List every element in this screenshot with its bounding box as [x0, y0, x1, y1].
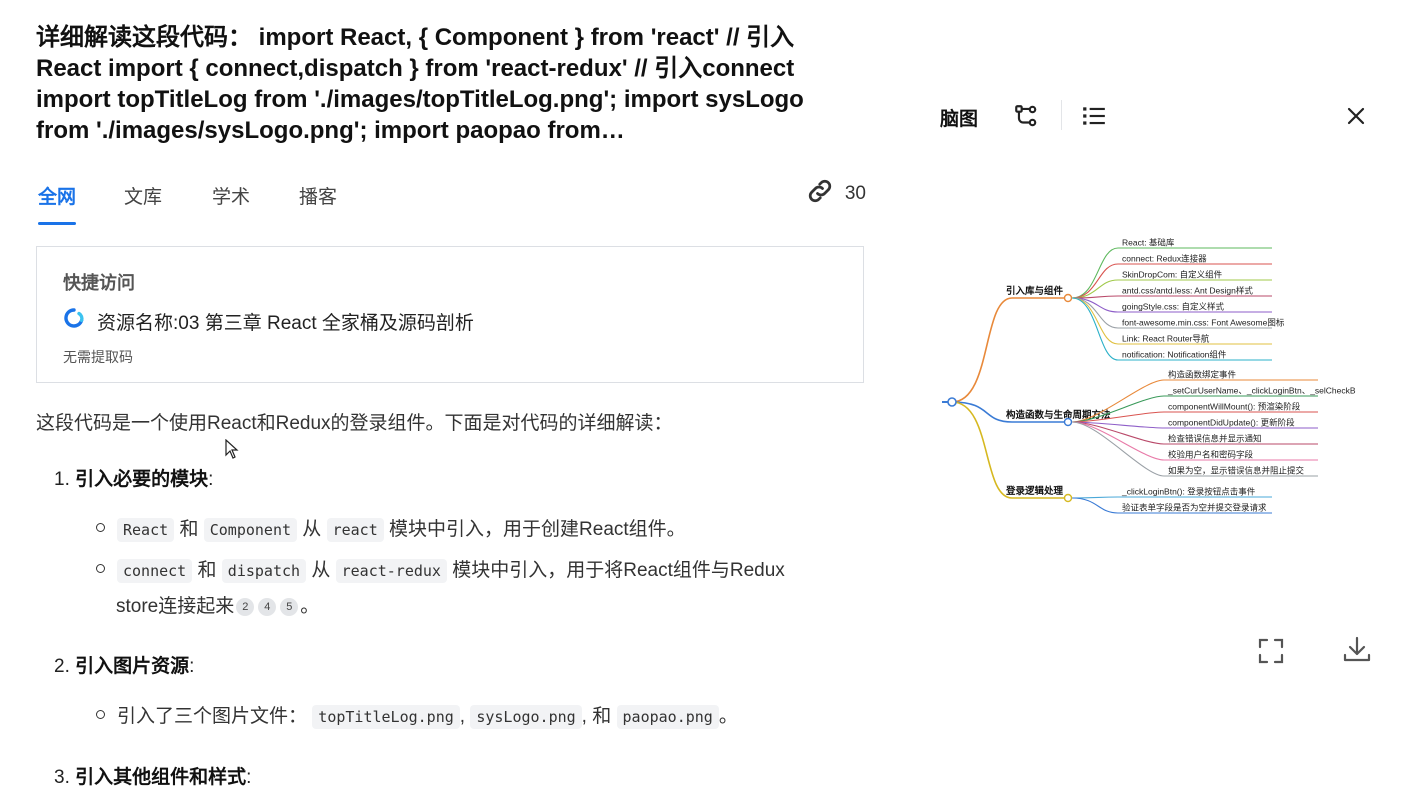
- text-span: 模块中引入，用于创建React组件。: [389, 519, 686, 540]
- text-span: , 和: [581, 706, 612, 727]
- mindmap-icon[interactable]: [1013, 103, 1039, 134]
- bullet-dot: [96, 564, 105, 574]
- mindmap-branch-label[interactable]: 登录逻辑处理: [1005, 485, 1064, 497]
- mindmap-leaf-label[interactable]: React: 基础库: [1122, 238, 1175, 248]
- mindmap-leaf-label[interactable]: 校验用户名和密码字段: [1168, 450, 1254, 460]
- download-icon[interactable]: [1342, 635, 1372, 670]
- tab-academic[interactable]: 学术: [212, 182, 250, 209]
- mindmap-leaf-label[interactable]: Link: React Router导航: [1122, 334, 1210, 344]
- code-span: topTitleLog.png: [312, 705, 460, 729]
- tab-all-web[interactable]: 全网: [38, 182, 76, 209]
- text-span: ,: [459, 706, 466, 727]
- mindmap-leaf-label[interactable]: goingStyle.css: 自定义样式: [1122, 302, 1225, 312]
- mindmap-leaf-label[interactable]: componentWillMount(): 预渲染阶段: [1168, 402, 1301, 412]
- mindmap-leaf-label[interactable]: 检查错误信息并显示通知: [1168, 434, 1262, 444]
- fullscreen-icon[interactable]: [1257, 637, 1285, 670]
- list-icon[interactable]: [1081, 104, 1107, 133]
- answer-pane: 详细解读这段代码： import React, { Component } fr…: [0, 0, 900, 789]
- text-span: 和: [197, 560, 217, 581]
- text-span: 引入了三个图片文件：: [117, 706, 308, 727]
- resource-name: 资源名称:03 第三章 React 全家桶及源码剖析: [97, 312, 474, 334]
- mindmap-leaf-label[interactable]: antd.css/antd.less: Ant Design样式: [1122, 286, 1253, 296]
- mindmap-leaf-label[interactable]: 验证表单字段是否为空并提交登录请求: [1122, 503, 1267, 513]
- section-number: 2.: [54, 656, 70, 677]
- mindmap-branch-label[interactable]: 引入库与组件: [1006, 285, 1064, 297]
- mindmap-panel: 脑图 引入库与组件 React: 基础库 connect: Redux连接器 Skin…: [900, 0, 1420, 789]
- code-span: react-redux: [335, 559, 447, 583]
- reference-links-button[interactable]: 30: [805, 176, 866, 212]
- citation-badge[interactable]: 4: [258, 597, 277, 616]
- close-icon[interactable]: [1345, 105, 1367, 132]
- section-title: 引入其他组件和样式: [75, 767, 247, 788]
- section-title: 引入必要的模块: [75, 469, 209, 490]
- section-number: 1.: [54, 469, 70, 490]
- section-heading: 2. 引入图片资源:: [54, 656, 195, 677]
- section-heading: 1. 引入必要的模块:: [54, 469, 214, 490]
- mindmap-branch-edge: [951, 297, 1068, 403]
- section-number: 3.: [54, 767, 70, 788]
- list-item: connect 和 dispatch 从 react-redux 模块中引入，用…: [96, 553, 785, 589]
- mindmap-leaf-label[interactable]: connect: Redux连接器: [1122, 254, 1207, 264]
- citation-badge[interactable]: 2: [236, 597, 255, 616]
- question-title: 详细解读这段代码： import React, { Component } fr…: [36, 24, 804, 144]
- mindmap-branch-node[interactable]: [1063, 417, 1073, 427]
- extract-code-note: 无需提取码: [63, 349, 133, 365]
- text-span: 。: [718, 706, 738, 727]
- mindmap-leaf-label[interactable]: 构造函数绑定事件: [1168, 370, 1237, 380]
- section-title: 引入图片资源: [75, 656, 190, 677]
- quick-access-card: 快捷访问 资源名称:03 第三章 React 全家桶及源码剖析 无需提取码: [36, 246, 864, 383]
- mindmap-root-node[interactable]: [947, 397, 957, 407]
- code-span: dispatch: [221, 559, 307, 583]
- mindmap-diagram[interactable]: 引入库与组件 React: 基础库 connect: Redux连接器 SkinDro…: [900, 230, 1420, 530]
- mindmap-leaf-label[interactable]: notification: Notification组件: [1122, 350, 1227, 360]
- mindmap-leaf-label[interactable]: componentDidUpdate(): 更新阶段: [1168, 418, 1295, 428]
- mindmap-leaf-edge: [1071, 295, 1272, 299]
- bullet-dot: [96, 523, 105, 533]
- list-item: 引入了三个图片文件： topTitleLog.png, sysLogo.png,…: [96, 699, 738, 735]
- text-span: 和: [179, 519, 199, 540]
- bullet-dot: [96, 710, 105, 720]
- cloud-drive-icon: [63, 307, 85, 335]
- citation-badge[interactable]: 5: [280, 597, 299, 616]
- text-span: 。: [300, 596, 320, 617]
- tab-library[interactable]: 文库: [124, 182, 162, 209]
- source-tabs: 全网 文库 学术 播客 30: [36, 176, 866, 228]
- list-item-continuation: store连接起来 2 4 5。: [116, 589, 319, 625]
- mindmap-leaf-label[interactable]: _clickLoginBtn(): 登录按钮点击事件: [1121, 487, 1256, 497]
- code-span: React: [117, 518, 175, 542]
- mindmap-branch-node[interactable]: [1063, 493, 1073, 503]
- mindmap-leaf-label[interactable]: _setCurUserName、_clickLoginBtn、_selCheck…: [1167, 386, 1356, 396]
- code-span: connect: [117, 559, 193, 583]
- mouse-cursor: [225, 438, 239, 464]
- quick-access-resource[interactable]: 资源名称:03 第三章 React 全家桶及源码剖析: [63, 307, 474, 335]
- mindmap-leaf-label[interactable]: SkinDropCom: 自定义组件: [1122, 270, 1223, 280]
- code-span: paopao.png: [616, 705, 719, 729]
- text-span: 从: [302, 519, 322, 540]
- mindmap-leaf-label[interactable]: 如果为空，显示错误信息并阻止提交: [1168, 466, 1305, 476]
- quick-access-title: 快捷访问: [63, 273, 135, 293]
- mindmap-leaf-edge: [1071, 496, 1272, 499]
- list-item: React 和 Component 从 react 模块中引入，用于创建Reac…: [96, 512, 686, 548]
- link-count: 30: [844, 183, 866, 204]
- active-tab-indicator: [38, 222, 76, 225]
- code-span: Component: [203, 518, 298, 542]
- answer-intro: 这段代码是一个使用React和Redux的登录组件。下面是对代码的详细解读：: [36, 413, 673, 434]
- mindmap-leaf-label[interactable]: font-awesome.min.css: Font Awesome图标: [1122, 318, 1285, 328]
- code-span: sysLogo.png: [470, 705, 582, 729]
- mindmap-branch-node[interactable]: [1063, 293, 1073, 303]
- mindmap-tab-label[interactable]: 脑图: [940, 104, 978, 131]
- text-span: 从: [311, 560, 331, 581]
- link-icon: [805, 176, 835, 212]
- text-span: store连接起来: [116, 596, 235, 617]
- code-span: react: [326, 518, 384, 542]
- toolbar-divider: [1061, 100, 1062, 130]
- text-span: 模块中引入，用于将React组件与Redux: [452, 560, 785, 581]
- section-heading: 3. 引入其他组件和样式:: [54, 767, 252, 788]
- tab-podcast[interactable]: 播客: [299, 182, 337, 209]
